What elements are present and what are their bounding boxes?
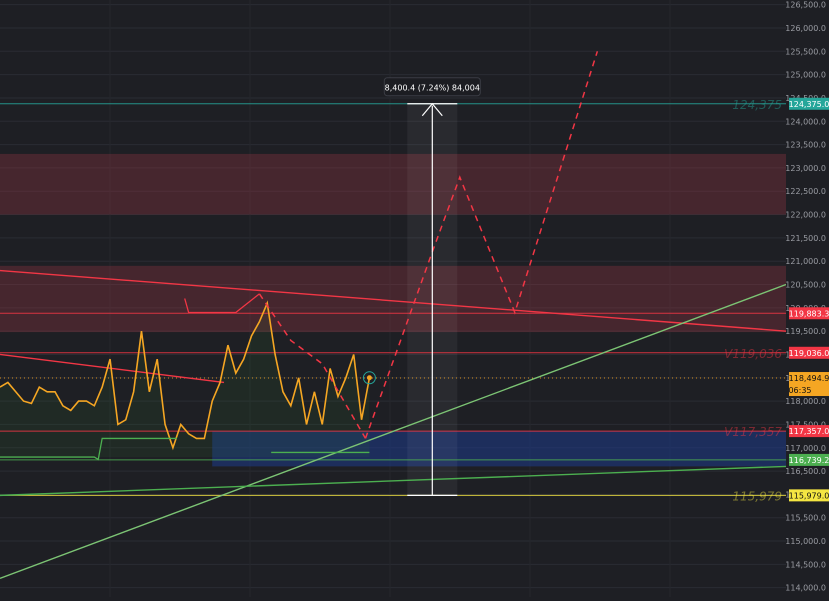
y-tick-label: 115,000.0 [785, 537, 826, 546]
axis-tag-label: 119,036.0 [789, 349, 829, 358]
y-tick-label: 122,000.0 [785, 211, 826, 220]
y-tick-label: 118,000.0 [785, 397, 826, 406]
axis-tag-label: 119,883.3 [789, 309, 829, 318]
axis-tag-countdown: 06:35 [788, 386, 811, 395]
price-chart[interactable]: 124,375 V119,036 V117,357 115,979 8,400.4 (7… [0, 0, 829, 597]
level-label: 124,375 [732, 98, 782, 112]
y-tick-label: 125,000.0 [785, 71, 826, 80]
y-tick-label: 119,500.0 [785, 327, 826, 336]
axis-tag-label: 116,739.2 [789, 456, 829, 465]
y-tick-label: 126,500.0 [785, 1, 826, 10]
y-tick-label: 116,500.0 [785, 467, 826, 476]
last-price-dot [366, 375, 372, 381]
y-tick-label: 123,500.0 [785, 141, 826, 150]
y-tick-label: 115,500.0 [785, 514, 826, 523]
y-tick-label: 121,000.0 [785, 257, 826, 266]
y-tick-label: 117,000.0 [785, 444, 826, 453]
level-label: 115,979 [732, 489, 782, 503]
y-tick-label: 125,500.0 [785, 47, 826, 56]
y-tick-label: 121,500.0 [785, 234, 826, 243]
y-tick-label: 126,000.0 [785, 24, 826, 33]
y-tick-label: 114,500.0 [785, 560, 826, 569]
y-tick-label: 114,000.0 [785, 584, 826, 593]
axis-tag-label: 124,375.0 [789, 100, 829, 109]
level-label: V117,357 [724, 425, 782, 439]
chart-zone [0, 153, 786, 215]
y-tick-label: 123,000.0 [785, 164, 826, 173]
y-tick-label: 122,500.0 [785, 187, 826, 196]
axis-tag-label: 115,979.0 [789, 491, 829, 500]
axis-tag-label: 118,494.9 [789, 374, 829, 383]
price-chart-svg[interactable]: 124,375 V119,036 V117,357 115,979 8,400.4 (7… [0, 0, 829, 597]
y-tick-label: 124,000.0 [785, 117, 826, 126]
y-tick-label: 120,500.0 [785, 281, 826, 290]
axis-tag-label: 117,357.0 [789, 427, 829, 436]
level-label: V119,036 [724, 347, 782, 361]
measure-label: 8,400.4 (7.24%) 84,004 [385, 83, 480, 92]
price-axis-background [786, 0, 829, 597]
